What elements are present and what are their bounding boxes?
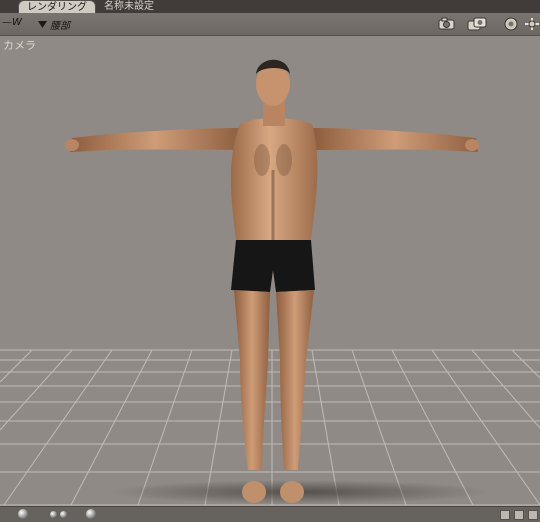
- document-tab-bar: レンダリング 名称未設定: [0, 0, 540, 13]
- light-sphere-icon[interactable]: [86, 509, 96, 519]
- camera-label: カメラ: [3, 39, 36, 52]
- tab-untitled[interactable]: 名称未設定: [96, 0, 162, 13]
- gear-icon[interactable]: [503, 17, 519, 31]
- light-sphere-small-icon[interactable]: [60, 511, 67, 518]
- light-sphere-icon[interactable]: [18, 509, 28, 519]
- viewport-scene: [0, 59, 540, 506]
- light-sphere-small-icon[interactable]: [50, 511, 57, 518]
- 3d-viewport[interactable]: カメラ: [0, 36, 540, 506]
- triangle-down-icon[interactable]: [38, 17, 47, 31]
- dual-camera-icon[interactable]: [466, 17, 488, 31]
- mode-label: —W: [2, 17, 22, 28]
- camera-icon[interactable]: [438, 17, 458, 31]
- view-toggle-icon[interactable]: [514, 510, 524, 520]
- viewport-toolbar: —W 腰部: [0, 13, 540, 36]
- viewport-status-bar: [0, 506, 540, 522]
- view-toggle-icon[interactable]: [500, 510, 510, 520]
- body-part-dropdown[interactable]: 腰部: [50, 17, 70, 32]
- tab-rendering[interactable]: レンダリング: [18, 0, 96, 13]
- view-toggle-icon[interactable]: [528, 510, 538, 520]
- move-icon[interactable]: [524, 17, 540, 31]
